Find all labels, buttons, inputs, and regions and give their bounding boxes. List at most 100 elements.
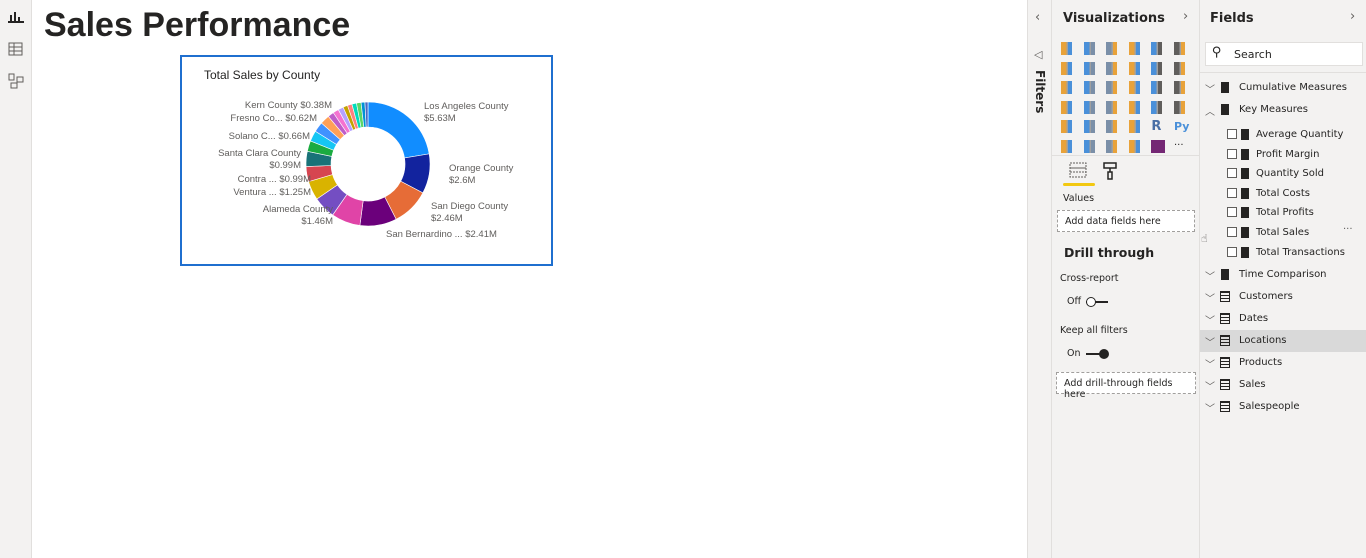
- field-checkbox[interactable]: [1227, 227, 1237, 237]
- filled-map-visual-icon[interactable]: [1083, 100, 1098, 114]
- multi-row-card-visual-icon[interactable]: [1173, 100, 1188, 114]
- qa-visual-icon[interactable]: [1106, 139, 1121, 153]
- field-group-label: Dates: [1239, 313, 1269, 325]
- decomposition-tree-visual-icon[interactable]: [1083, 139, 1098, 153]
- table-visual-icon[interactable]: [1106, 120, 1121, 133]
- field-group-sales[interactable]: ﹀ Sales: [1200, 374, 1366, 396]
- field-group-salespeople[interactable]: ﹀ Salespeople: [1200, 396, 1366, 418]
- donut-chart-visual[interactable]: Total Sales by County Los Angeles County…: [180, 55, 553, 266]
- chevron-down-icon[interactable]: ﹀: [1205, 400, 1215, 415]
- stacked-column-visual-icon[interactable]: [1083, 42, 1098, 55]
- waterfall-visual-icon[interactable]: [1061, 81, 1075, 94]
- field-group-label: Time Comparison: [1239, 269, 1327, 281]
- chevron-left-icon[interactable]: ‹: [1035, 10, 1040, 25]
- model-view-icon[interactable]: [8, 73, 24, 89]
- stacked-area-visual-icon[interactable]: [1106, 61, 1121, 75]
- chevron-down-icon[interactable]: ﹀: [1205, 356, 1215, 371]
- field-checkbox[interactable]: [1227, 168, 1237, 179]
- page-title: Sales Performance: [44, 6, 351, 44]
- slicer-visual-icon[interactable]: [1083, 120, 1098, 133]
- chevron-right-icon[interactable]: ›: [1183, 9, 1188, 24]
- keep-filters-toggle[interactable]: [1086, 349, 1109, 359]
- keep-filters-label: Keep all filters: [1060, 325, 1128, 336]
- field-group-dates[interactable]: ﹀ Dates: [1200, 308, 1366, 330]
- fields-title: Fields: [1210, 11, 1254, 26]
- chevron-down-icon[interactable]: ﹀: [1205, 268, 1215, 283]
- field-checkbox[interactable]: [1227, 187, 1237, 198]
- field-label: Total Profits: [1256, 207, 1314, 219]
- chevron-down-icon[interactable]: ﹀: [1205, 312, 1215, 327]
- label-name: Fresno Co...: [230, 113, 283, 124]
- chevron-up-icon[interactable]: ︿: [1205, 103, 1215, 118]
- filter-icon: ◁: [1034, 48, 1043, 61]
- ribbon-visual-icon[interactable]: [1173, 61, 1188, 75]
- calculator-icon: [1241, 148, 1249, 160]
- chevron-down-icon[interactable]: ﹀: [1205, 81, 1215, 96]
- treemap-visual-icon[interactable]: [1173, 81, 1188, 94]
- matrix-visual-icon[interactable]: [1128, 120, 1143, 133]
- drill-through-well[interactable]: Add drill-through fields here: [1056, 372, 1196, 400]
- line-column-visual-icon[interactable]: [1128, 61, 1143, 75]
- report-view-icon[interactable]: [8, 9, 24, 23]
- format-paint-roller-icon[interactable]: [1103, 162, 1117, 184]
- data-label: Solano C... $0.66M: [229, 131, 310, 143]
- filters-pane-collapsed[interactable]: ‹ ◁ Filters: [1027, 0, 1052, 558]
- field-checkbox[interactable]: [1227, 246, 1237, 257]
- field-group-customers[interactable]: ﹀ Customers: [1200, 286, 1366, 308]
- label-name: San Diego County: [431, 201, 509, 212]
- card-visual-icon[interactable]: [1151, 100, 1166, 114]
- scatter-visual-icon[interactable]: [1106, 81, 1121, 94]
- field-label: Profit Margin: [1256, 148, 1320, 160]
- line-clustered-column-visual-icon[interactable]: [1151, 61, 1166, 75]
- kpi-visual-icon[interactable]: [1061, 120, 1075, 133]
- clustered-column-visual-icon[interactable]: [1128, 42, 1143, 55]
- chevron-down-icon[interactable]: ﹀: [1205, 290, 1215, 305]
- filters-label[interactable]: Filters: [1033, 70, 1047, 113]
- field-group-time-comparison[interactable]: ﹀ Time Comparison: [1200, 264, 1366, 286]
- clustered-bar-visual-icon[interactable]: [1106, 42, 1121, 55]
- field-group-locations[interactable]: ﹀ Locations: [1200, 330, 1366, 353]
- field-checkbox[interactable]: [1227, 129, 1237, 139]
- fields-pane: Fields › Search ⚲ ﹀ Cumulative Measures ︿ K…: [1200, 0, 1366, 558]
- cross-report-toggle[interactable]: [1086, 297, 1108, 307]
- fields-tab-icon[interactable]: [1069, 162, 1087, 182]
- funnel-visual-icon[interactable]: [1083, 81, 1098, 94]
- power-apps-visual-icon[interactable]: [1151, 139, 1166, 153]
- r-visual-visual-icon[interactable]: R: [1151, 120, 1165, 133]
- map-visual-icon[interactable]: [1061, 100, 1075, 114]
- label-name: Contra ...: [237, 174, 277, 185]
- values-well[interactable]: Add data fields here: [1057, 210, 1195, 232]
- donut-visual-icon[interactable]: [1151, 81, 1166, 94]
- chevron-down-icon[interactable]: ﹀: [1205, 378, 1215, 393]
- search-input[interactable]: Search: [1205, 42, 1363, 66]
- field-group-key-measures[interactable]: ︿ Key Measures: [1200, 99, 1366, 121]
- more-visual-icon[interactable]: ···: [1174, 140, 1188, 153]
- 100-column-visual-icon[interactable]: [1173, 42, 1188, 55]
- donut-slice[interactable]: [367, 101, 430, 159]
- more-options-icon[interactable]: ···: [1343, 224, 1353, 235]
- field-group-products[interactable]: ﹀ Products: [1200, 352, 1366, 374]
- label-value: $1.25M: [279, 187, 311, 198]
- area-visual-icon[interactable]: [1083, 61, 1098, 75]
- stacked-bar-visual-icon[interactable]: [1061, 42, 1075, 55]
- label-name: Orange County: [449, 163, 514, 174]
- key-influencers-visual-icon[interactable]: [1061, 139, 1075, 153]
- table-icon: [1220, 401, 1230, 413]
- pie-visual-icon[interactable]: [1128, 81, 1143, 94]
- field-group-cumulative-measures[interactable]: ﹀ Cumulative Measures: [1200, 77, 1366, 99]
- gauge-visual-icon[interactable]: [1128, 100, 1143, 114]
- field-checkbox[interactable]: [1227, 148, 1237, 159]
- data-view-icon[interactable]: [8, 41, 24, 56]
- field-checkbox[interactable]: [1227, 207, 1237, 218]
- python-visual-visual-icon[interactable]: Py: [1174, 120, 1189, 133]
- field-item[interactable]: Total Transactions: [1200, 242, 1366, 264]
- chevron-right-icon[interactable]: ›: [1350, 9, 1355, 24]
- drill-through-title: Drill through: [1064, 245, 1155, 260]
- line-visual-icon[interactable]: [1061, 61, 1075, 75]
- table-icon: [1220, 335, 1230, 347]
- field-group-label: Products: [1239, 357, 1283, 369]
- arcgis-visual-icon[interactable]: [1128, 139, 1143, 153]
- chevron-down-icon[interactable]: ﹀: [1205, 334, 1215, 349]
- shape-map-visual-icon[interactable]: [1106, 100, 1121, 114]
- 100-bar-visual-icon[interactable]: [1151, 42, 1166, 55]
